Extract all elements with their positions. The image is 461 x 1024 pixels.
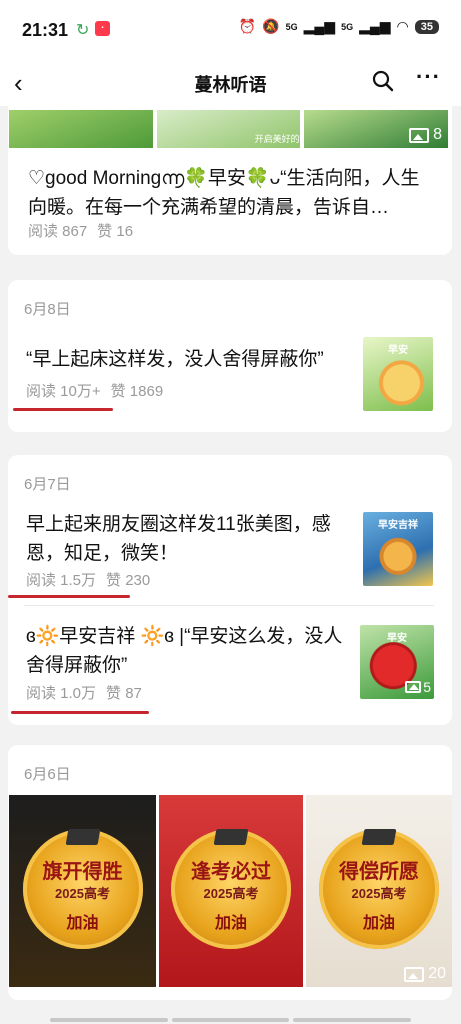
read-count: 阅读 1.5万 — [26, 572, 97, 589]
signal-1: 5G — [285, 21, 298, 32]
thumbnail-label: 早安 — [387, 633, 407, 644]
scroll-segment — [50, 1018, 168, 1022]
app-notification-icon: ▪ — [95, 21, 110, 36]
badge-year: 2025高考 — [203, 886, 259, 901]
like-count: 赞 1869 — [110, 383, 164, 400]
badge-year: 2025高考 — [351, 886, 407, 901]
date-label: 6月7日 — [24, 476, 71, 493]
badge-slogan: 加油 — [66, 915, 99, 932]
read-count: 阅读 1.0万 — [26, 685, 97, 702]
badge-slogan: 加油 — [214, 915, 247, 932]
wifi-icon: ◠ — [396, 18, 409, 34]
post-image[interactable]: 开启美好的一 — [156, 110, 301, 148]
badge-title: 旗开得胜 — [42, 861, 123, 883]
image-icon — [409, 127, 430, 143]
post-meta: 阅读 1.5万 赞 230 — [26, 569, 150, 590]
image-count: 8 — [409, 126, 442, 144]
image-count-value: 8 — [433, 126, 443, 143]
date-label: 6月6日 — [24, 766, 71, 783]
post-meta: 阅读 1.0万 赞 87 — [26, 682, 142, 703]
post-thumbnail[interactable]: 早安 — [363, 337, 433, 411]
signal-2: 5G — [341, 21, 354, 32]
post-image[interactable]: 8 — [304, 110, 449, 148]
graduation-cap-icon — [213, 829, 249, 845]
battery-indicator: 35 — [414, 19, 439, 34]
highlight-underline — [8, 595, 130, 598]
status-indicators: ⏰ 🔕 5G ▂▄▆ 5G ▂▄▆ ◠ 35 — [239, 18, 439, 35]
image-count-value: 20 — [428, 965, 446, 982]
date-group-card: 6月8日 “早上起床这样发，没人舍得屏蔽你” 阅读 10万+ 赞 1869 早安 — [8, 280, 452, 432]
search-icon[interactable] — [372, 70, 394, 92]
image-strip[interactable]: 开启美好的一 8 — [8, 110, 452, 148]
image-icon — [405, 681, 422, 693]
scroll-segment — [171, 1018, 290, 1022]
read-count: 阅读 10万+ — [26, 383, 101, 400]
date-group-card: 6月7日 早上起来朋友圈这样发11张美图，感恩，知足，微笑！ 阅读 1.5万 赞… — [8, 455, 452, 725]
like-count: 赞 16 — [97, 223, 134, 240]
like-count: 赞 87 — [106, 685, 142, 702]
image-count: 20 — [404, 965, 446, 983]
mute-icon: 🔕 — [262, 18, 280, 34]
image-count: 5 — [405, 679, 431, 695]
badge-title: 得偿所愿 — [339, 861, 419, 883]
alarm-icon: ⏰ — [238, 18, 257, 34]
post-meta: 阅读 867 赞 16 — [28, 220, 133, 241]
badge-year: 2025高考 — [55, 886, 110, 901]
post-thumbnail[interactable]: 早安吉祥 — [363, 512, 433, 586]
post-title[interactable]: 早上起来朋友圈这样发11张美图，感恩，知足，微笑！ — [26, 510, 356, 568]
post-title[interactable]: ♡good Morning൬🍀早安🍀ᴗ“生活向阳，人生向暖。在每一个充满希望的清… — [28, 164, 438, 222]
signal-bars-icon-2: ▂▄▆ — [359, 18, 391, 34]
signal-bars-icon: ▂▄▆ — [303, 18, 336, 34]
post-image[interactable]: 得偿所愿 2025高考 加油 20 — [306, 795, 452, 987]
graduation-cap-icon — [361, 829, 397, 845]
image-icon — [404, 966, 425, 982]
post-image[interactable] — [9, 110, 153, 148]
image-count-value: 5 — [423, 679, 431, 695]
post-card[interactable]: 开启美好的一 8 ♡good Morning൬🍀早安🍀ᴗ“生活向阳，人生向暖。在… — [8, 100, 452, 255]
badge-slogan: 加油 — [362, 915, 395, 932]
post-image[interactable]: 逢考必过 2025高考 加油 — [159, 795, 303, 987]
scroll-indicator — [50, 1018, 412, 1022]
status-bar: 21:31 ↻ ▪ ⏰ 🔕 5G ▂▄▆ 5G ▂▄▆ ◠ 35 — [0, 0, 461, 60]
post-title[interactable]: “早上起床这样发，没人舍得屏蔽你” — [26, 345, 356, 374]
highlight-underline — [11, 711, 149, 714]
highlight-underline — [13, 408, 113, 411]
divider — [24, 605, 434, 606]
scroll-segment — [293, 1018, 412, 1022]
badge-title: 逢考必过 — [191, 861, 271, 883]
date-group-card: 6月6日 旗开得胜 2025高考 加油 逢考必过 2025高考 加油 得偿所愿 … — [8, 745, 452, 1000]
image-caption: 开启美好的一 — [254, 134, 300, 148]
sync-icon: ↻ — [76, 22, 90, 39]
date-label: 6月8日 — [24, 301, 71, 318]
post-title[interactable]: ɞ🔆早安吉祥 🔆ɞ |“早安这么发，没人舍得屏蔽你” — [26, 622, 356, 680]
more-options-icon[interactable]: ··· — [416, 64, 441, 90]
read-count: 阅读 867 — [28, 223, 88, 240]
graduation-cap-icon — [65, 829, 100, 845]
thumbnail-label: 早安 — [388, 345, 408, 356]
thumbnail-label: 早安吉祥 — [378, 520, 418, 531]
status-time: 21:31 — [22, 20, 69, 40]
like-count: 赞 230 — [106, 572, 151, 589]
post-image[interactable]: 旗开得胜 2025高考 加油 — [9, 795, 156, 987]
post-meta: 阅读 10万+ 赞 1869 — [26, 380, 163, 401]
post-thumbnail[interactable]: 早安 5 — [360, 625, 434, 699]
